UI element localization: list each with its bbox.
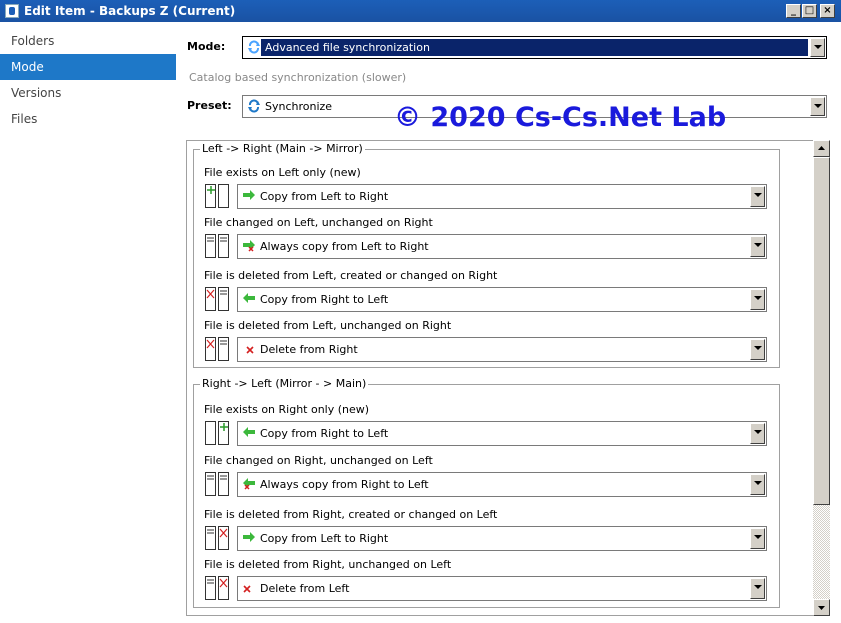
sidebar-item-folders[interactable]: Folders — [0, 28, 176, 54]
arrow-right-force-icon — [243, 240, 255, 252]
rule-value: Always copy from Left to Right — [260, 240, 429, 253]
chevron-down-icon[interactable] — [750, 423, 765, 444]
arrow-left-icon — [243, 293, 255, 303]
preset-label: Preset: — [187, 99, 232, 112]
scroll-up-button[interactable] — [813, 140, 830, 157]
mode-value: Advanced file synchronization — [265, 41, 430, 54]
sidebar-item-versions[interactable]: Versions — [0, 80, 176, 106]
sync-icon — [248, 40, 260, 54]
chevron-down-icon[interactable] — [750, 578, 765, 599]
chevron-down-icon[interactable] — [750, 186, 765, 207]
rule-label: File is deleted from Right, unchanged on… — [204, 558, 452, 571]
vertical-scrollbar[interactable] — [813, 140, 830, 616]
chevron-down-icon[interactable] — [750, 289, 765, 310]
rule-label: File is deleted from Left, unchanged on … — [204, 319, 452, 332]
pane-deleted-left-icon — [205, 287, 231, 311]
sidebar-item-mode[interactable]: Mode — [0, 54, 176, 80]
rule-label: File is deleted from Left, created or ch… — [204, 269, 498, 282]
pane-new-right-icon — [205, 421, 231, 445]
sidebar-item-files[interactable]: Files — [0, 106, 176, 132]
rule-value: Always copy from Right to Left — [260, 478, 429, 491]
delete-icon — [246, 346, 254, 354]
minimize-button[interactable]: _ — [786, 4, 801, 18]
group-title: Left -> Right (Main -> Mirror) — [200, 142, 365, 155]
sidebar: Folders Mode Versions Files — [0, 22, 181, 623]
close-button[interactable]: × — [820, 4, 835, 18]
sync-icon — [248, 99, 260, 113]
title-bar: Edit Item - Backups Z (Current) _ □ × — [0, 0, 841, 22]
rule-select[interactable]: Always copy from Left to Right — [237, 234, 767, 259]
window-title: Edit Item - Backups Z (Current) — [24, 4, 236, 18]
rule-label: File changed on Right, unchanged on Left — [204, 454, 433, 467]
scroll-down-button[interactable] — [813, 599, 830, 616]
rule-value: Copy from Right to Left — [260, 293, 389, 306]
rule-select[interactable]: Always copy from Right to Left — [237, 472, 767, 497]
scroll-thumb[interactable] — [813, 157, 830, 505]
watermark: © 2020 Cs-Cs.Net Lab — [394, 102, 727, 133]
group-title: Right -> Left (Mirror - > Main) — [200, 377, 369, 390]
rule-select[interactable]: Delete from Left — [237, 576, 767, 601]
pane-deleted-left-unchanged-icon — [205, 337, 231, 361]
rule-value: Delete from Right — [260, 343, 358, 356]
pane-deleted-right-unchanged-icon — [205, 576, 231, 600]
rule-select[interactable]: Copy from Right to Left — [237, 287, 767, 312]
rule-value: Delete from Left — [260, 582, 350, 595]
pane-new-left-icon — [205, 184, 231, 208]
arrow-right-icon — [243, 190, 255, 200]
rule-value: Copy from Left to Right — [260, 190, 389, 203]
chevron-down-icon[interactable] — [750, 474, 765, 495]
rule-select[interactable]: Copy from Right to Left — [237, 421, 767, 446]
rule-label: File exists on Left only (new) — [204, 166, 361, 179]
delete-icon — [243, 585, 251, 593]
preset-value: Synchronize — [265, 100, 333, 113]
chevron-down-icon[interactable] — [750, 236, 765, 257]
chevron-down-icon[interactable] — [810, 97, 825, 116]
rule-label: File is deleted from Right, created or c… — [204, 508, 498, 521]
pane-changed-left-icon — [205, 234, 231, 258]
arrow-left-force-icon — [243, 478, 255, 490]
arrow-right-icon — [243, 532, 255, 542]
rule-value: Copy from Right to Left — [260, 427, 389, 440]
rule-select[interactable]: Copy from Left to Right — [237, 526, 767, 551]
rule-label: File changed on Left, unchanged on Right — [204, 216, 433, 229]
rule-select[interactable]: Delete from Right — [237, 337, 767, 362]
chevron-down-icon[interactable] — [750, 528, 765, 549]
pane-deleted-right-icon — [205, 526, 231, 550]
pane-changed-right-icon — [205, 472, 231, 496]
maximize-button[interactable]: □ — [802, 4, 817, 18]
rule-select[interactable]: Copy from Left to Right — [237, 184, 767, 209]
rule-label: File exists on Right only (new) — [204, 403, 370, 416]
arrow-left-icon — [243, 427, 255, 437]
chevron-down-icon[interactable] — [750, 339, 765, 360]
mode-select[interactable]: Advanced file synchronization — [242, 36, 827, 59]
chevron-down-icon[interactable] — [810, 38, 825, 57]
app-icon — [5, 4, 19, 18]
mode-note: Catalog based synchronization (slower) — [189, 71, 407, 84]
rule-value: Copy from Left to Right — [260, 532, 389, 545]
mode-label: Mode: — [187, 40, 226, 53]
